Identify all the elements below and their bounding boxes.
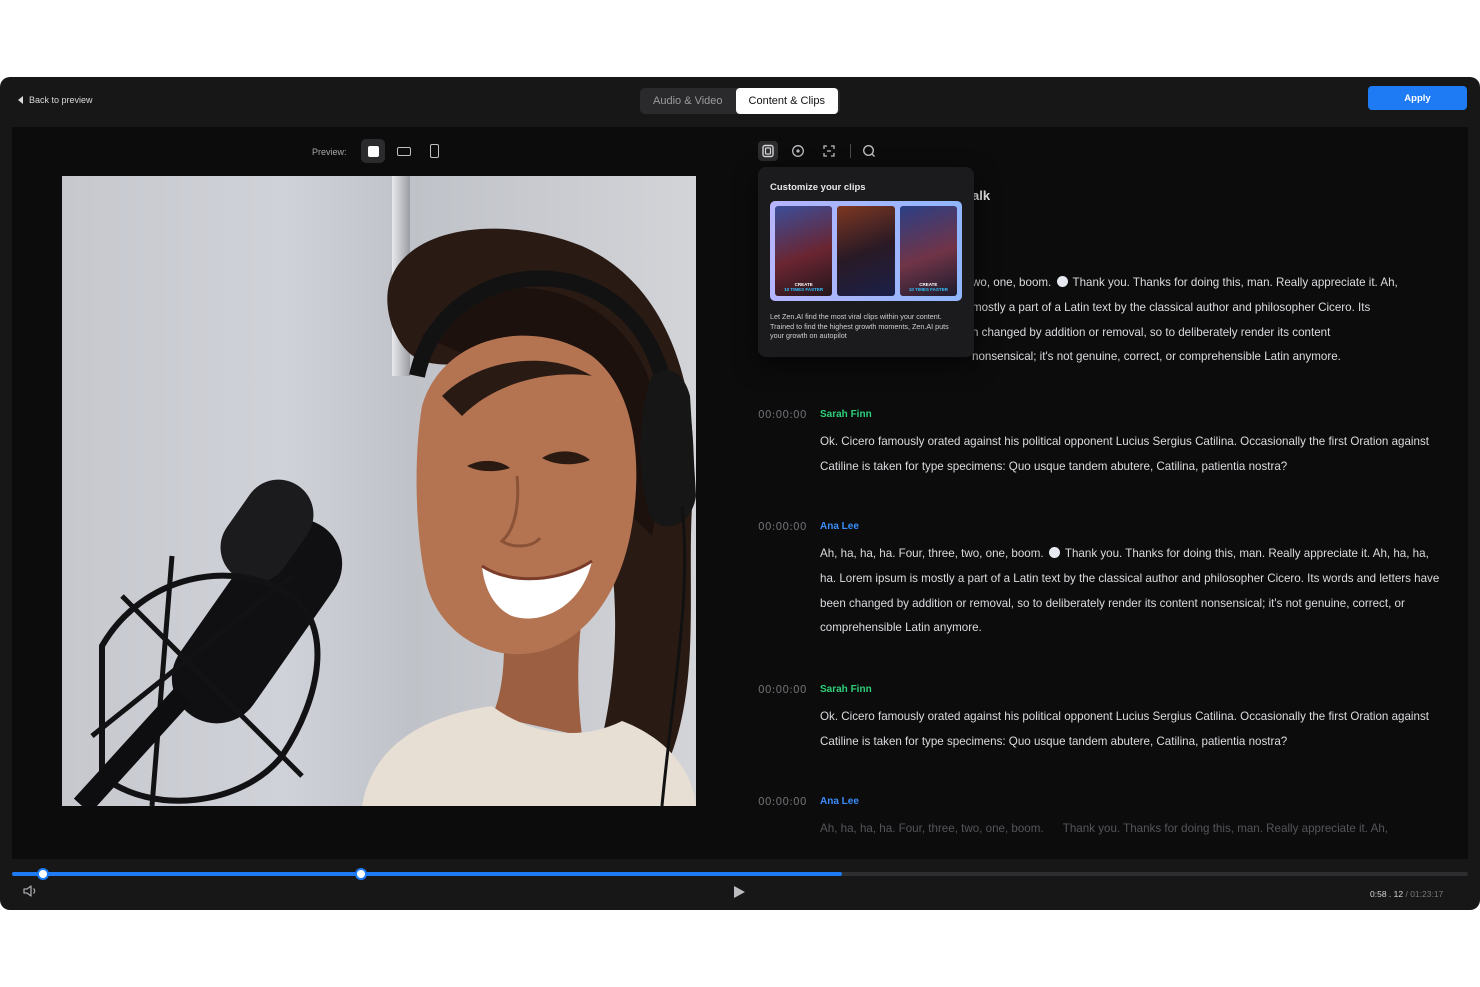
transcript-text-segment: Ah, ha, ha, ha. Four, three, two, one, b… [820,547,1044,560]
time-readout: 0:58 . 12 / 01:23:17 [1370,889,1443,899]
reaction-icon [1048,547,1060,558]
workspace: Preview: alk wo, one, boom. Thank you. T… [12,127,1468,859]
chat-tool-button[interactable] [788,141,808,161]
header-bar: Back to preview Audio & Video Content & … [0,77,1480,125]
timestamp[interactable]: 00:00:00 [758,684,807,696]
timestamp[interactable]: 00:00:00 [758,521,807,533]
square-ratio-button[interactable] [361,139,385,163]
thumbnail-caption-highlight: 10 TIMES FASTER [908,287,948,292]
thumbnail-caption: CREATE 10 TIMES FASTER [900,282,957,292]
timeline-scrubber[interactable] [12,868,1468,880]
transcript-title: alk [972,188,991,203]
transcript-text-segment: Thank you. Thanks for doing this, man. R… [1072,276,1398,289]
speaker-name[interactable]: Sarah Finn [820,684,872,695]
back-label: Back to preview [29,95,93,105]
reaction-icon [1056,276,1068,287]
timeline-progress [12,872,842,876]
speaker-name[interactable]: Ana Lee [820,796,859,807]
speaker-name[interactable]: Ana Lee [820,521,859,532]
clip-thumbnail[interactable]: CREATE 10 TIMES FASTER [899,206,957,296]
back-to-preview-link[interactable]: Back to preview [18,95,93,105]
portrait-ratio-icon [429,144,439,158]
podcaster-illustration [73,228,696,806]
chevron-left-icon [18,96,23,104]
portrait-ratio-button[interactable] [422,139,446,163]
play-button[interactable] [732,885,746,904]
speaker-icon [23,885,36,897]
tab-audio-video[interactable]: Audio & Video [640,88,736,114]
transcript-text-segment: mostly a part of a Latin text by the cla… [972,300,1371,314]
thumbnail-caption: CREATE 10 TIMES FASTER [775,282,832,292]
tab-content-clips[interactable]: Content & Clips [735,88,838,114]
transcript-text-segment: wo, one, boom. [972,276,1052,289]
chat-icon [792,145,804,157]
search-tool-button[interactable] [859,141,879,161]
thumbnail-caption-highlight: 10 TIMES FASTER [784,287,824,292]
transcript-text-segment: n changed by addition or removal, so to … [972,325,1331,339]
transcript-text[interactable]: Ok. Cicero famously orated against his p… [820,705,1440,755]
preview-label: Preview: [312,147,347,157]
apply-button[interactable]: Apply [1368,86,1467,110]
transcript-text[interactable]: Ok. Cicero famously orated against his p… [820,430,1440,480]
clip-thumbnails: CREATE 10 TIMES FASTER CREATE 10 TIMES FAS… [770,201,962,301]
crop-icon [823,145,835,157]
clips-icon [762,144,774,158]
popover-description: Let Zen.AI find the most viral clips wit… [770,312,949,341]
duration: / 01:23:17 [1405,889,1444,899]
transcript-text-segment: Thank you. Thanks for doing this, man. R… [820,547,1440,635]
clips-tool-button[interactable] [758,141,778,161]
timestamp[interactable]: 00:00:00 [758,409,807,421]
customize-clips-popover: Customize your clips CREATE 10 TIMES FAST… [758,167,974,357]
transcript-text-segment: nonsensical; it's not genuine, correct, … [972,350,1341,364]
timestamp[interactable]: 00:00:00 [758,796,807,808]
crop-tool-button[interactable] [819,141,839,161]
speaker-name[interactable]: Sarah Finn [820,409,872,420]
landscape-ratio-icon [397,146,411,156]
video-preview[interactable] [62,176,696,806]
transcript-text[interactable]: Ah, ha, ha, ha. Four, three, two, one, b… [820,817,1440,841]
clip-end-handle[interactable] [355,868,367,880]
editor-window: Back to preview Audio & Video Content & … [0,77,1480,910]
popover-title: Customize your clips [770,182,866,193]
toolbar-divider [850,144,851,158]
landscape-ratio-button[interactable] [392,139,416,163]
clip-thumbnail[interactable] [837,206,895,296]
play-icon [734,886,745,898]
mode-tabs: Audio & Video Content & Clips [640,88,840,114]
clip-start-handle[interactable] [37,868,49,880]
current-time: 0:58 . 12 [1370,889,1404,899]
volume-button[interactable] [22,884,38,903]
square-ratio-icon [367,145,379,157]
search-icon [862,144,875,157]
clip-thumbnail[interactable]: CREATE 10 TIMES FASTER [775,206,833,296]
transcript-text[interactable]: Ah, ha, ha, ha. Four, three, two, one, b… [820,542,1440,641]
